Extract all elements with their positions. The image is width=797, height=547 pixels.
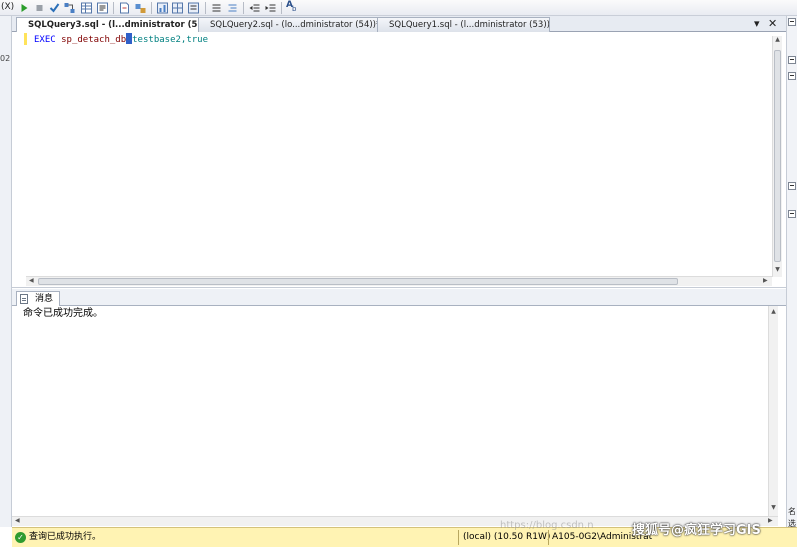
properties-icon[interactable] [788, 18, 796, 26]
results-to-grid-icon[interactable] [171, 2, 184, 14]
tab-messages-label: 消息 [35, 294, 54, 304]
tab-label: SQLQuery2.sql - (lo...dministrator (54))… [210, 20, 378, 30]
toolbar-separator [281, 2, 282, 14]
tab-sqlquery1[interactable]: SQLQuery1.sql - (l...dministrator (53))* [377, 17, 550, 32]
results-vertical-scrollbar[interactable]: ▲ ▼ [768, 306, 778, 516]
status-server: (local) (10.50 R1W) [463, 532, 551, 542]
results-to-text-icon[interactable] [187, 2, 200, 14]
watermark-url: https://blog.csdn.n [500, 520, 594, 531]
code-line[interactable]: EXEC sp_detach_db testbase2,true [34, 33, 208, 46]
tab-dropdown-icon[interactable]: ▾ [754, 17, 760, 30]
query-plan-icon[interactable] [63, 2, 76, 14]
uncomment-icon[interactable] [226, 2, 239, 14]
client-stats-icon[interactable] [156, 2, 169, 14]
include-plan-icon[interactable] [134, 2, 147, 14]
tab-sqlquery3[interactable]: SQLQuery3.sql - (l...dministrator (52))* [16, 17, 199, 33]
code-arguments: testbase2,true [132, 35, 208, 45]
toolbar-separator [243, 2, 244, 14]
editor-hscroll-thumb[interactable] [38, 278, 678, 285]
messages-icon [20, 294, 28, 304]
toolbar-separator [113, 2, 114, 14]
specify-values-icon[interactable]: A b [286, 0, 300, 14]
comment-icon[interactable] [210, 2, 223, 14]
object-explorer-strip: 02 [0, 16, 12, 527]
toolbar-label: (X) [1, 2, 15, 12]
close-tab-icon[interactable]: ✕ [768, 17, 777, 30]
toolbar-separator [151, 2, 152, 14]
tab-messages[interactable]: 消息 [16, 291, 60, 306]
sql-editor[interactable]: EXEC sp_detach_db testbase2,true ▲ ▼ ◀ ▶ [12, 32, 786, 288]
code-keyword: EXEC [34, 35, 56, 45]
stop-icon[interactable] [33, 2, 46, 14]
changed-line-marker [24, 33, 27, 45]
right-strip-label: 名 [788, 507, 796, 516]
decrease-indent-icon[interactable] [248, 2, 261, 14]
expand-icon[interactable] [788, 182, 796, 190]
watermark-brand: 搜狐号@疯狂学习GIS [632, 523, 761, 538]
result-message: 命令已成功完成。 [23, 308, 103, 319]
expand-icon[interactable] [788, 72, 796, 80]
toolbar: (X) A b [0, 0, 797, 16]
file-results-icon[interactable] [118, 2, 131, 14]
tab-sqlquery2[interactable]: SQLQuery2.sql - (lo...dministrator (54))… [198, 17, 378, 32]
tab-label: SQLQuery1.sql - (l...dministrator (53))* [389, 20, 550, 30]
left-strip-text: 02 [0, 54, 11, 63]
success-check-icon: ✓ [15, 532, 26, 543]
editor-horizontal-scrollbar[interactable]: ◀ ▶ [26, 276, 772, 286]
increase-indent-icon[interactable] [264, 2, 277, 14]
tab-label: SQLQuery3.sql - (l...dministrator (52))* [28, 20, 199, 30]
properties-strip: 名 选 [786, 16, 797, 528]
editor-vscroll-thumb[interactable] [774, 50, 781, 262]
results-tabbar: 消息 [12, 289, 786, 306]
grid-results-icon[interactable] [80, 2, 93, 14]
status-message: 查询已成功执行。 [29, 532, 102, 542]
status-separator [458, 530, 459, 545]
parse-icon[interactable] [48, 2, 61, 14]
messages-pane[interactable]: 命令已成功完成。 ▲ ▼ ◀ ▶ [12, 306, 786, 527]
expand-icon[interactable] [788, 56, 796, 64]
execute-icon[interactable] [18, 2, 31, 14]
document-tabbar: SQLQuery3.sql - (l...dministrator (52))*… [12, 16, 786, 33]
expand-icon[interactable] [788, 210, 796, 218]
status-separator [548, 530, 549, 545]
text-results-icon[interactable] [96, 2, 109, 14]
editor-vertical-scrollbar[interactable]: ▲ ▼ [772, 36, 782, 277]
toolbar-separator [205, 2, 206, 14]
code-procedure: sp_detach_db [61, 35, 127, 45]
